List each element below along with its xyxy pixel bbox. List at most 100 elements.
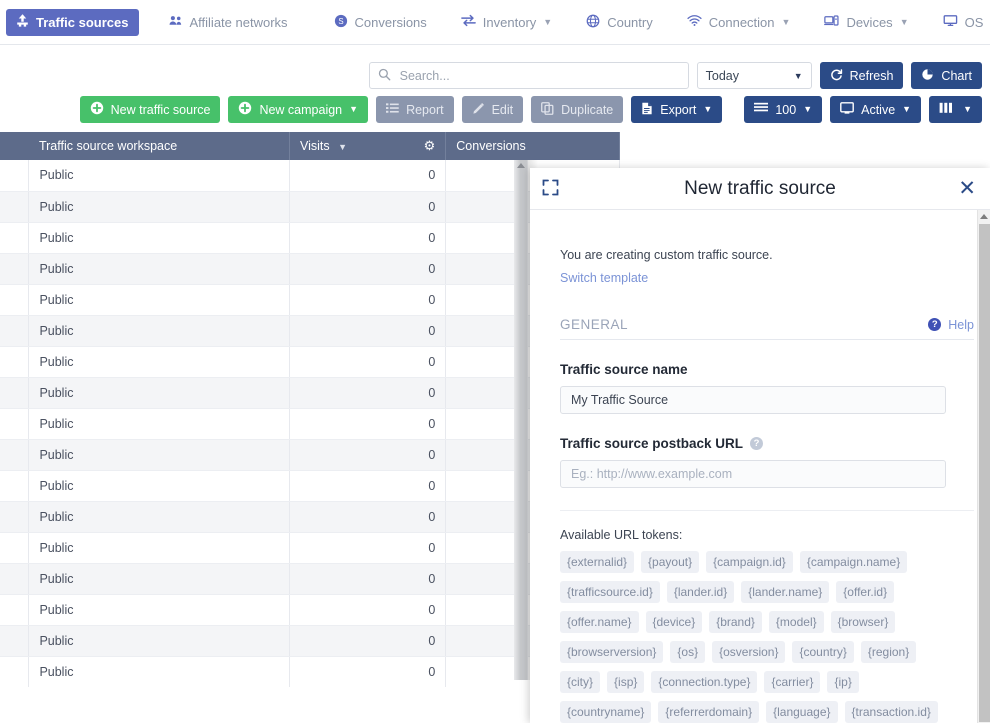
nav-tab-inventory[interactable]: Inventory ▼	[451, 9, 562, 36]
url-token[interactable]: {model}	[768, 611, 824, 633]
sort-descending-icon[interactable]: ▼	[338, 142, 347, 152]
url-token[interactable]: {lander.id}	[666, 581, 735, 603]
duplicate-button[interactable]: Duplicate	[531, 96, 624, 123]
switch-template-link[interactable]: Switch template	[560, 271, 648, 285]
url-token[interactable]: {browserversion}	[560, 641, 664, 663]
modal-title: New traffic source	[684, 177, 836, 199]
url-token[interactable]: {campaign.name}	[799, 551, 908, 573]
row-select-checkbox[interactable]	[0, 501, 30, 533]
url-token[interactable]: {countryname}	[560, 701, 652, 723]
row-select-checkbox[interactable]	[0, 222, 30, 254]
url-token[interactable]: {campaign.id}	[706, 551, 793, 573]
row-select-checkbox[interactable]	[0, 346, 30, 378]
nav-tab-country[interactable]: Country	[576, 9, 663, 36]
url-token[interactable]: {lander.name}	[741, 581, 830, 603]
url-token[interactable]: {transaction.id}	[844, 701, 938, 723]
traffic-source-name-input[interactable]	[560, 386, 946, 414]
search-input[interactable]	[397, 67, 680, 84]
row-select-checkbox[interactable]	[0, 656, 30, 687]
chevron-down-icon: ▼	[349, 104, 359, 114]
url-token[interactable]: {osversion}	[712, 641, 786, 663]
duplicate-button-label: Duplicate	[561, 102, 614, 117]
help-control[interactable]: ? Help	[928, 318, 974, 332]
row-select-checkbox[interactable]	[0, 377, 30, 409]
row-select-checkbox[interactable]	[0, 470, 30, 502]
row-select-checkbox[interactable]	[0, 625, 30, 657]
column-header-workspace[interactable]: Traffic source workspace	[28, 132, 290, 160]
cell-visits: 0	[289, 222, 447, 254]
url-token[interactable]: {ip}	[827, 671, 859, 693]
postback-url-input[interactable]	[560, 460, 946, 488]
refresh-button-label: Refresh	[849, 68, 894, 83]
exchange-arrows-icon	[460, 14, 476, 30]
url-token[interactable]: {offer.name}	[560, 611, 639, 633]
nav-tab-devices[interactable]: Devices ▼	[814, 9, 918, 36]
chart-button[interactable]: Chart	[911, 62, 982, 89]
refresh-button[interactable]: Refresh	[819, 62, 904, 89]
nav-tab-connection[interactable]: Connection ▼	[677, 9, 801, 36]
url-token[interactable]: {brand}	[709, 611, 762, 633]
table-vertical-scrollbar[interactable]	[514, 160, 528, 680]
status-filter-button[interactable]: Active ▼	[830, 96, 922, 123]
cell-visits: 0	[289, 408, 447, 440]
scrollbar-thumb[interactable]	[979, 224, 990, 722]
url-token[interactable]: {os}	[670, 641, 706, 663]
url-token[interactable]: {referrerdomain}	[658, 701, 760, 723]
report-button[interactable]: Report	[376, 96, 454, 123]
postback-url-label: Traffic source postback URL ?	[560, 436, 976, 451]
scroll-up-arrow-icon[interactable]	[517, 163, 525, 168]
nav-tab-conversions[interactable]: S Conversions	[324, 9, 437, 36]
column-header-conversions[interactable]: Conversions	[445, 132, 620, 160]
chevron-down-icon: ▼	[781, 16, 791, 27]
url-token[interactable]: {externalid}	[560, 551, 635, 573]
row-select-checkbox[interactable]	[0, 160, 30, 192]
chevron-down-icon: ▼	[963, 104, 972, 114]
url-token[interactable]: {payout}	[641, 551, 700, 573]
select-all-header[interactable]	[0, 132, 29, 160]
url-token[interactable]: {carrier}	[764, 671, 821, 693]
url-token[interactable]: {device}	[645, 611, 703, 633]
modal-vertical-scrollbar[interactable]	[977, 210, 990, 723]
column-header-visits[interactable]: Visits ▼ ⚙	[289, 132, 447, 160]
url-token[interactable]: {connection.type}	[651, 671, 758, 693]
row-select-checkbox[interactable]	[0, 284, 30, 316]
rows-per-page-button[interactable]: 100 ▼	[744, 96, 823, 123]
row-select-checkbox[interactable]	[0, 191, 30, 223]
new-traffic-source-button[interactable]: New traffic source	[79, 96, 221, 123]
edit-button[interactable]: Edit	[461, 96, 524, 123]
close-icon[interactable]: ✕	[958, 178, 976, 199]
url-token[interactable]: {country}	[792, 641, 854, 663]
gear-icon[interactable]: ⚙	[424, 138, 436, 154]
export-button[interactable]: Export ▼	[631, 96, 723, 123]
search-input-wrapper[interactable]	[368, 62, 689, 89]
nav-tab-os[interactable]: OS ▼	[933, 9, 990, 36]
date-range-select[interactable]: Today ▼	[696, 62, 812, 89]
row-select-checkbox[interactable]	[0, 408, 30, 440]
row-select-checkbox[interactable]	[0, 439, 30, 471]
nav-tab-traffic-sources[interactable]: Traffic sources	[6, 8, 139, 36]
new-campaign-button[interactable]: New campaign ▼	[228, 96, 369, 123]
toolbar: Today ▼ Refresh Chart New traffic source	[0, 45, 990, 123]
url-token[interactable]: {city}	[560, 671, 601, 693]
expand-icon[interactable]	[542, 179, 559, 199]
url-token[interactable]: {isp}	[607, 671, 645, 693]
top-navigation-bar: Traffic sources Affiliate networks S Con…	[0, 0, 990, 45]
url-token[interactable]: {language}	[766, 701, 838, 723]
device-icon	[824, 14, 839, 30]
question-mark-icon[interactable]: ?	[750, 437, 764, 450]
cell-visits: 0	[289, 346, 447, 378]
column-settings-button[interactable]: ▼	[929, 96, 982, 123]
row-select-checkbox[interactable]	[0, 594, 30, 626]
url-token[interactable]: {browser}	[830, 611, 896, 633]
row-select-checkbox[interactable]	[0, 532, 30, 564]
url-token[interactable]: {region}	[860, 641, 917, 663]
nav-tab-affiliate-networks[interactable]: Affiliate networks	[159, 9, 298, 36]
chevron-down-icon: ▼	[902, 104, 912, 114]
url-token[interactable]: {trafficsource.id}	[560, 581, 660, 603]
modal-intro-text: You are creating custom traffic source.	[560, 248, 773, 262]
scroll-up-arrow-icon[interactable]	[980, 214, 988, 219]
row-select-checkbox[interactable]	[0, 563, 30, 595]
row-select-checkbox[interactable]	[0, 253, 30, 285]
row-select-checkbox[interactable]	[0, 315, 30, 347]
url-token[interactable]: {offer.id}	[836, 581, 895, 603]
